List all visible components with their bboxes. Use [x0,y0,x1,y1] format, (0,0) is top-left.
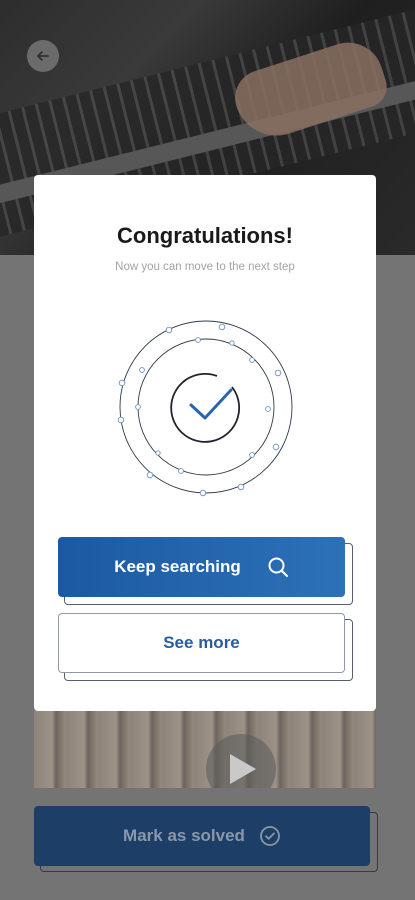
modal-subtitle: Now you can move to the next step [115,261,295,273]
search-icon [268,557,288,577]
keep-searching-label: Keep searching [114,557,241,576]
back-button[interactable] [27,40,59,72]
see-more-button[interactable]: See more [58,613,345,673]
mark-as-solved-button[interactable]: Mark as solved [34,806,370,866]
success-illustration [117,320,293,497]
check-circle-icon [260,826,280,846]
play-icon [230,754,256,784]
mark-as-solved-label: Mark as solved [123,826,245,845]
congratulations-modal: Congratulations! Now you can move to the… [34,175,376,711]
check-icon [189,388,233,420]
modal-title: Congratulations! [117,223,293,248]
see-more-label: See more [163,633,240,652]
keep-searching-button[interactable]: Keep searching [58,537,345,597]
arrow-left-icon [37,51,49,61]
video-thumbnail[interactable] [34,710,376,788]
